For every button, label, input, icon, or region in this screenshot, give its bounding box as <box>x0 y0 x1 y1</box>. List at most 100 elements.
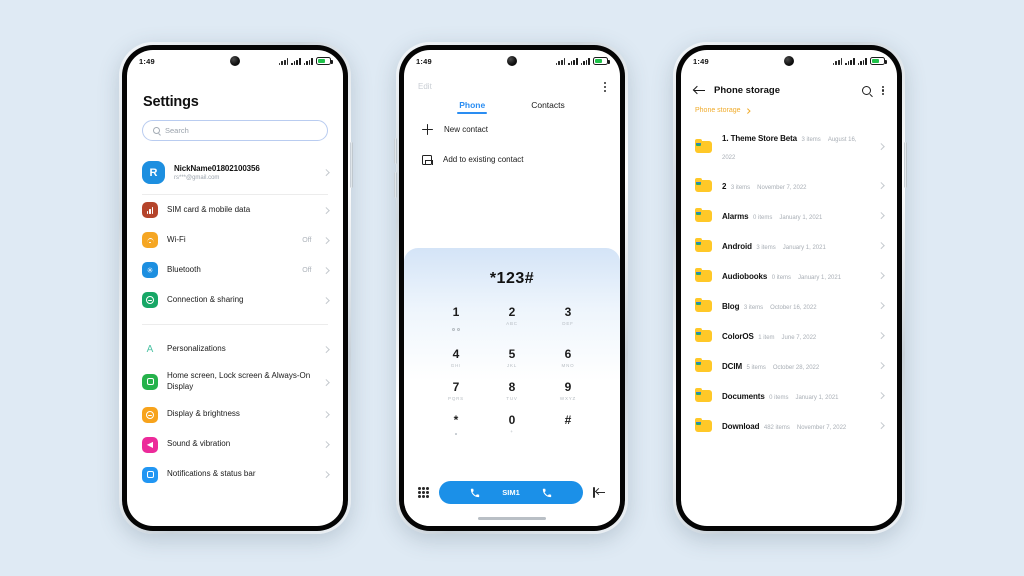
back-arrow-icon[interactable] <box>694 86 705 95</box>
list-item[interactable]: Documents 0 items January 1, 2021 <box>681 380 897 410</box>
key-letters: DEF <box>562 321 574 326</box>
sidebar-item-bluetooth[interactable]: ✳ Bluetooth Off <box>127 255 343 285</box>
signal-icon <box>142 202 158 218</box>
list-item[interactable]: Download 482 items November 7, 2022 <box>681 410 897 440</box>
setting-label: Sound & vibration <box>167 439 231 449</box>
key-hash[interactable]: # <box>540 408 596 439</box>
key-9[interactable]: 9 WXYZ <box>540 375 596 406</box>
sidebar-item-sim[interactable]: SIM card & mobile data <box>127 195 343 225</box>
folder-icon <box>695 358 712 372</box>
key-4[interactable]: 4 GHI <box>428 342 484 373</box>
sidebar-item-personalizations[interactable]: A Personalizations <box>127 334 343 364</box>
key-3[interactable]: 3 DEF <box>540 300 596 340</box>
folder-icon <box>695 418 712 432</box>
key-letters: ABC <box>506 321 518 326</box>
folder-name: ColorOS <box>722 332 754 341</box>
folder-items: 3 items <box>730 185 751 191</box>
sidebar-item-connection[interactable]: Connection & sharing <box>127 285 343 315</box>
list-item[interactable]: Alarms 0 items January 1, 2021 <box>681 200 897 230</box>
account-text: NickName01802100356 rs***@gmail.com <box>174 164 315 181</box>
account-name: NickName01802100356 <box>174 164 260 173</box>
edit-button[interactable]: Edit <box>418 82 432 91</box>
folder-icon <box>695 139 712 153</box>
folder-items: 1 item <box>758 335 775 341</box>
list-item[interactable]: Android 3 items January 1, 2021 <box>681 230 897 260</box>
setting-label: SIM card & mobile data <box>167 204 251 214</box>
folder-date: January 1, 2021 <box>795 395 839 401</box>
call-button[interactable]: SIM1 <box>439 481 583 504</box>
signal-icon-1 <box>555 57 566 65</box>
list-item[interactable]: DCIM 5 items October 28, 2022 <box>681 350 897 380</box>
volume-up-button[interactable] <box>394 138 397 164</box>
folder-date: November 7, 2022 <box>796 425 847 431</box>
phone-bezel: 1:49 Edit Phone Contacts New contact Add… <box>399 45 625 531</box>
keypad-toggle-icon[interactable] <box>418 487 429 498</box>
power-button[interactable] <box>350 142 353 188</box>
key-sub <box>428 429 484 435</box>
chevron-right-icon <box>322 266 329 274</box>
tab-contacts[interactable]: Contacts <box>531 100 565 114</box>
action-label: New contact <box>444 124 489 134</box>
key-sub <box>540 429 596 435</box>
sidebar-item-display[interactable]: Display & brightness <box>127 400 343 430</box>
status-icons <box>555 57 610 65</box>
folder-name: 2 <box>722 182 727 191</box>
signal-icon-1 <box>278 57 289 65</box>
key-1[interactable]: 1 <box>428 300 484 340</box>
search-icon[interactable] <box>861 86 871 95</box>
setting-value: Off <box>302 236 312 244</box>
avatar: R <box>142 161 165 184</box>
folder-date: November 7, 2022 <box>757 185 807 191</box>
phone-icon <box>471 488 480 497</box>
folder-meta: 5 items October 28, 2022 <box>747 365 827 371</box>
home-indicator <box>478 517 546 520</box>
key-2[interactable]: 2 ABC <box>484 300 540 340</box>
list-item[interactable]: Blog 3 items October 16, 2022 <box>681 290 897 320</box>
key-7[interactable]: 7 PQRS <box>428 375 484 406</box>
search-icon <box>153 127 160 134</box>
key-5[interactable]: 5 JKL <box>484 342 540 373</box>
key-letters: WXYZ <box>559 396 577 401</box>
sidebar-item-notifications[interactable]: Notifications & status bar <box>127 460 343 490</box>
folder-name: Blog <box>722 302 740 311</box>
new-contact-action[interactable]: New contact <box>404 114 620 145</box>
search-input[interactable]: Search <box>142 120 328 141</box>
signal-icon-2 <box>845 57 855 65</box>
home-screen-icon <box>142 373 158 390</box>
account-row[interactable]: R NickName01802100356 rs***@gmail.com <box>127 155 343 194</box>
setting-label: Connection & sharing <box>167 294 244 304</box>
list-item[interactable]: 2 3 items November 7, 2022 <box>681 170 897 200</box>
key-number: 5 <box>508 347 516 361</box>
screenshot-stage: 1:49 Settings Search R NickName018021003… <box>0 0 1024 576</box>
dialpad-panel: *123# 1 2 ABC 3 DEF 4 GHI 5 JKL 6 MNO 7 PQRS 8… <box>404 248 620 526</box>
backspace-icon[interactable] <box>593 487 606 498</box>
status-bar: 1:49 <box>681 50 897 72</box>
tab-phone[interactable]: Phone <box>457 100 488 114</box>
key-star[interactable]: * <box>428 408 484 439</box>
folder-date: June 7, 2022 <box>781 335 817 341</box>
overflow-menu-icon[interactable] <box>603 82 606 92</box>
sidebar-item-home-screen[interactable]: Home screen, Lock screen & Always-On Dis… <box>127 364 343 400</box>
folder-date: October 16, 2022 <box>770 305 817 311</box>
signal-icon-3 <box>303 57 313 65</box>
chevron-right-icon <box>877 142 884 150</box>
page-title: Phone storage <box>714 85 780 96</box>
front-camera-punch-hole <box>784 56 794 66</box>
sidebar-item-wifi[interactable]: Wi-Fi Off <box>127 225 343 255</box>
sidebar-item-sound[interactable]: ◀ Sound & vibration <box>127 430 343 460</box>
key-8[interactable]: 8 TUV <box>484 375 540 406</box>
volume-down-button[interactable] <box>394 172 397 198</box>
power-button[interactable] <box>904 142 907 188</box>
battery-icon <box>316 57 333 65</box>
key-0[interactable]: 0 + <box>484 408 540 439</box>
folder-icon <box>695 208 712 222</box>
list-item[interactable]: 1. Theme Store Beta 3 items August 16, 20… <box>681 122 897 170</box>
list-item[interactable]: ColorOS 1 item June 7, 2022 <box>681 320 897 350</box>
add-to-existing-contact-action[interactable]: Add to existing contact <box>404 145 620 175</box>
breadcrumb[interactable]: Phone storage <box>681 105 897 122</box>
folder-icon <box>695 238 712 252</box>
list-item[interactable]: Audiobooks 0 items January 1, 2021 <box>681 260 897 290</box>
key-6[interactable]: 6 MNO <box>540 342 596 373</box>
folder-items: 0 items <box>769 395 789 401</box>
overflow-menu-icon[interactable] <box>881 85 884 96</box>
